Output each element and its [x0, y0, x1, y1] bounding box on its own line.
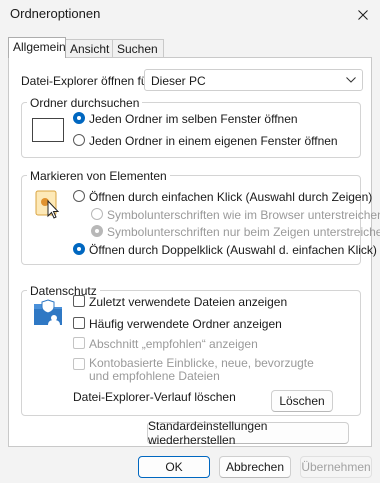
browse-folders-group: [21, 102, 361, 158]
label-recommended-section: Abschnitt „empfohlen“ anzeigen: [89, 337, 258, 351]
radio-single-click[interactable]: [73, 190, 85, 202]
radio-underline-pointing[interactable]: [91, 225, 103, 237]
cancel-button[interactable]: Abbrechen: [219, 456, 291, 478]
ok-button[interactable]: OK: [138, 456, 210, 478]
radio-double-click[interactable]: [73, 243, 85, 255]
label-underline-pointing: Symbolunterschriften nur beim Zeigen unt…: [107, 225, 380, 239]
click-pointer-icon: [35, 190, 60, 219]
explorer-open-label: Datei-Explorer öffnen für:: [21, 74, 155, 88]
restore-defaults-button[interactable]: Standardeinstellungen wiederherstellen: [147, 419, 349, 447]
radio-own-window[interactable]: [73, 134, 85, 146]
label-underline-browser: Symbolunterschriften wie im Browser unte…: [107, 208, 380, 222]
tab-bar: Allgemein Ansicht Suchen: [8, 37, 372, 58]
explorer-open-select[interactable]: Dieser PC: [144, 69, 363, 91]
privacy-folder-icon: [34, 299, 62, 325]
label-account-insights: Kontobasierte Einblicke, neue, bevorzugt…: [89, 356, 314, 383]
checkbox-account-insights[interactable]: [73, 358, 85, 370]
window-icon: [32, 118, 64, 142]
tab-ansicht[interactable]: Ansicht: [65, 39, 113, 57]
label-recent-files[interactable]: Zuletzt verwendete Dateien anzeigen: [89, 295, 287, 309]
label-single-click[interactable]: Öffnen durch einfachen Klick (Auswahl du…: [89, 190, 372, 204]
clear-history-label: Datei-Explorer-Verlauf löschen: [73, 390, 236, 404]
label-own-window[interactable]: Jeden Ordner in einem eigenen Fenster öf…: [89, 134, 338, 148]
browse-folders-heading: Ordner durchsuchen: [27, 96, 143, 110]
checkbox-frequent-folders[interactable]: [73, 317, 85, 329]
checkbox-recommended-section[interactable]: [73, 337, 85, 349]
radio-same-window[interactable]: [73, 112, 85, 124]
chevron-down-icon: [346, 77, 356, 83]
clear-history-button[interactable]: Löschen: [271, 390, 333, 412]
close-icon: [357, 9, 368, 20]
explorer-open-value: Dieser PC: [151, 74, 206, 88]
apply-button[interactable]: Übernehmen: [300, 456, 372, 478]
tab-suchen[interactable]: Suchen: [112, 39, 164, 57]
radio-underline-browser[interactable]: [91, 208, 103, 220]
label-same-window[interactable]: Jeden Ordner im selben Fenster öffnen: [89, 112, 298, 126]
label-frequent-folders[interactable]: Häufig verwendete Ordner anzeigen: [89, 317, 282, 331]
tab-allgemein[interactable]: Allgemein: [8, 37, 66, 58]
click-items-heading: Markieren von Elementen: [27, 169, 170, 183]
close-button[interactable]: [345, 0, 380, 29]
window-title: Ordneroptionen: [10, 6, 101, 21]
checkbox-recent-files[interactable]: [73, 295, 85, 307]
label-double-click[interactable]: Öffnen durch Doppelklick (Auswahl d. ein…: [89, 243, 377, 257]
tab-panel-general: Datei-Explorer öffnen für: Dieser PC Ord…: [8, 57, 380, 447]
